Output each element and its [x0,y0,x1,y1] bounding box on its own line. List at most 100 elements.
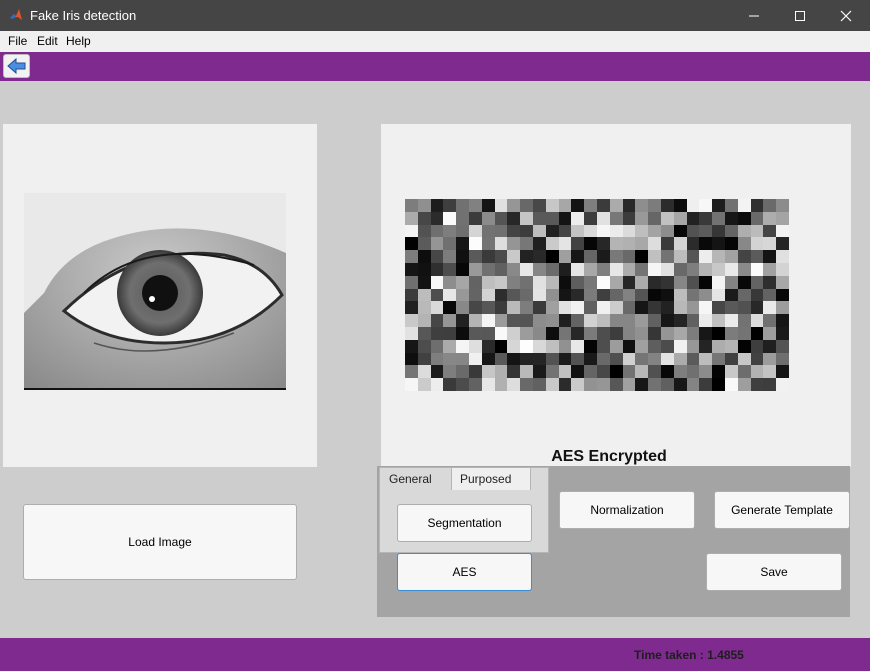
menu-file[interactable]: File [8,34,27,48]
load-image-button[interactable]: Load Image [23,504,297,580]
encrypted-pixel [737,339,751,353]
encrypted-pixel [468,224,482,238]
encrypted-pixel [443,211,457,225]
aes-button[interactable]: AES [397,553,532,591]
encrypted-pixel [596,275,610,289]
encrypted-pixel [507,250,521,263]
encrypted-pixel [468,288,482,302]
encrypted-pixel [596,352,610,366]
encrypted-pixel [750,237,764,251]
encrypted-pixel [635,352,649,366]
encrypted-pixel [660,224,674,238]
encrypted-pixel [571,275,585,289]
encrypted-pixel [571,365,585,379]
encrypted-pixel [699,275,713,289]
encrypted-pixel [609,237,623,251]
encrypted-pixel [724,339,738,353]
encrypted-pixel [443,237,457,251]
encrypted-pixel [673,199,687,212]
encrypted-pixel [468,211,482,225]
encrypted-pixel [405,365,418,379]
encrypted-pixel [494,199,508,212]
encrypted-pixel [648,314,661,327]
encrypted-pixel [430,326,444,340]
normalization-button[interactable]: Normalization [559,491,695,529]
encrypted-pixel [635,301,649,315]
encrypted-pixel [648,301,661,315]
encrypted-pixel [660,365,674,379]
encrypted-pixel [545,339,559,353]
encrypted-pixel [648,365,661,379]
close-button[interactable] [823,0,869,31]
encrypted-pixel [494,378,508,391]
encrypted-pixel [673,250,687,263]
encrypted-pixel [609,224,623,238]
encrypted-pixel [405,339,418,353]
generate-template-button[interactable]: Generate Template [714,491,850,529]
encrypted-pixel [712,275,725,289]
encrypted-pixel [596,339,610,353]
encrypted-pixel [596,314,610,327]
encrypted-pixel [750,224,764,238]
encrypted-pixel [584,211,597,225]
encrypted-pixel [763,288,777,302]
encrypted-pixel [532,314,546,327]
window-title: Fake Iris detection [30,8,137,23]
encrypted-pixel [430,314,444,327]
encrypted-pixel [545,224,559,238]
encrypted-pixel [660,301,674,315]
encrypted-pixel [558,365,572,379]
encrypted-pixel [635,314,649,327]
tab-general[interactable]: General [381,468,451,490]
encrypted-pixel [507,378,521,391]
encrypted-pixel [456,288,469,302]
encrypted-pixel [405,314,418,327]
encrypted-pixel [596,378,610,391]
encrypted-pixel [724,301,738,315]
encrypted-pixel [750,250,764,263]
encrypted-pixel [532,224,546,238]
encrypted-pixel [507,275,521,289]
encrypted-pixel [699,199,713,212]
encrypted-pixel [468,326,482,340]
encrypted-pixel [673,224,687,238]
encrypted-pixel [609,275,623,289]
encrypted-pixel [405,288,418,302]
encrypted-pixel [494,262,508,276]
save-button[interactable]: Save [706,553,842,591]
encrypted-pixel [481,301,495,315]
encrypted-pixel [776,314,789,327]
encrypted-pixel [596,224,610,238]
tab-purposed[interactable]: Purposed [451,468,531,490]
segmentation-button[interactable]: Segmentation [397,504,532,542]
encrypted-pixel [494,211,508,225]
menu-edit[interactable]: Edit [37,34,58,48]
menu-help[interactable]: Help [66,34,91,48]
encrypted-pixel [635,378,649,391]
minimize-button[interactable] [731,0,777,31]
encrypted-pixel [635,250,649,263]
encrypted-pixel [686,237,700,251]
encrypted-pixel [660,250,674,263]
encrypted-pixel [507,326,521,340]
back-button[interactable] [3,54,30,78]
encrypted-pixel [737,314,751,327]
encrypted-pixel [417,250,431,263]
encrypted-pixel [405,275,418,289]
encrypted-pixel [468,301,482,315]
encrypted-pixel [430,352,444,366]
encrypted-pixel [686,378,700,391]
encrypted-pixel [750,378,764,391]
encrypted-pixel [622,301,636,315]
encrypted-pixel [558,352,572,366]
encrypted-pixel [532,365,546,379]
encrypted-pixel [520,365,533,379]
encrypted-pixel [481,262,495,276]
encrypted-pixel [558,301,572,315]
encrypted-pixel [686,275,700,289]
encrypted-pixel [750,199,764,212]
encrypted-pixel [443,339,457,353]
encrypted-pixel [417,288,431,302]
maximize-button[interactable] [777,0,823,31]
encrypted-pixel [468,352,482,366]
